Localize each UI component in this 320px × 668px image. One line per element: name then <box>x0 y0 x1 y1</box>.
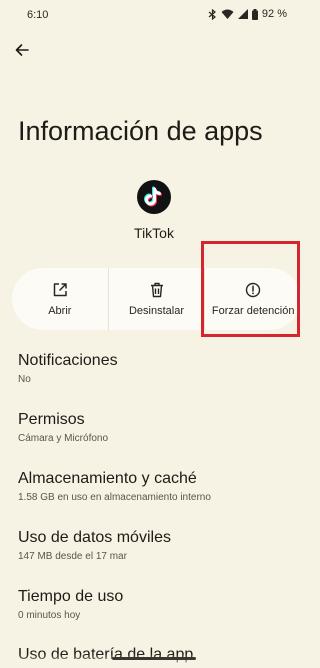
item-subtitle: 147 MB desde el 17 mar <box>18 551 127 562</box>
page-title: Información de apps <box>18 116 263 146</box>
arrow-left-icon <box>14 42 30 63</box>
highlight-box <box>201 241 300 337</box>
signal-icon <box>237 9 248 19</box>
app-name: TikTok <box>134 225 174 241</box>
item-title: Permisos <box>18 411 85 428</box>
item-subtitle: 1.58 GB en uso en almacenamiento interno <box>18 492 211 503</box>
settings-item-storage[interactable]: Almacenamiento y caché 1.58 GB en uso en… <box>18 470 211 503</box>
open-button[interactable]: Abrir <box>12 268 108 330</box>
back-button[interactable] <box>9 39 35 65</box>
uninstall-label: Desinstalar <box>128 304 185 317</box>
item-subtitle: Cámara y Micrófono <box>18 433 109 444</box>
wifi-icon <box>221 9 234 19</box>
item-subtitle: 0 minutos hoy <box>18 610 81 621</box>
bluetooth-icon <box>208 8 217 20</box>
tiktok-logo-icon <box>137 180 171 214</box>
item-subtitle: No <box>18 374 31 385</box>
status-bar: 6:10 92 % <box>0 0 308 32</box>
item-title: Uso de datos móviles <box>18 529 171 546</box>
uninstall-button[interactable]: Desinstalar <box>107 268 205 330</box>
item-title: Notificaciones <box>18 352 118 369</box>
item-title: Tiempo de uso <box>18 588 124 605</box>
battery-percent: 92 % <box>261 8 287 20</box>
settings-item-mobile-data[interactable]: Uso de datos móviles 147 MB desde el 17 … <box>18 529 171 562</box>
status-time: 6:10 <box>27 9 49 21</box>
battery-icon <box>251 8 258 20</box>
item-title: Almacenamiento y caché <box>18 470 197 487</box>
settings-item-screen-time[interactable]: Tiempo de uso 0 minutos hoy <box>18 588 123 621</box>
status-icons: 92 % <box>208 8 287 20</box>
trash-icon <box>150 282 164 298</box>
open-label: Abrir <box>48 304 72 317</box>
settings-item-notifications[interactable]: Notificaciones No <box>18 352 118 385</box>
gesture-nav-handle[interactable] <box>112 657 196 660</box>
open-external-icon <box>52 282 68 298</box>
settings-item-permissions[interactable]: Permisos Cámara y Micrófono <box>18 411 108 444</box>
